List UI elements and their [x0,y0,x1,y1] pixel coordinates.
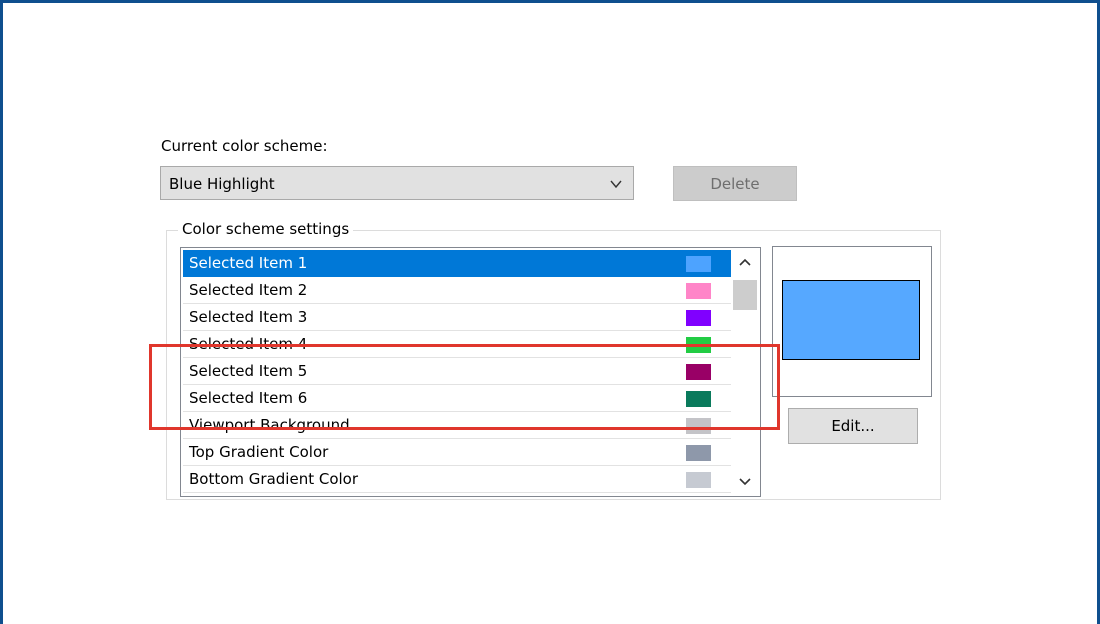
list-item-label: Selected Item 6 [189,389,308,407]
color-scheme-selected-value: Blue Highlight [169,175,275,193]
list-item-label: Selected Item 1 [189,254,308,272]
chevron-down-icon [610,180,622,189]
color-swatch [686,418,711,434]
scroll-thumb[interactable] [733,280,757,310]
color-swatch [686,337,711,353]
list-item[interactable]: Selected Item 4 [183,331,731,358]
list-item[interactable]: Selected Item 3 [183,304,731,331]
color-preview-swatch [782,280,920,360]
list-scrollbar[interactable] [731,249,759,495]
current-scheme-label: Current color scheme: [161,137,328,155]
color-swatch [686,364,711,380]
color-items-list[interactable]: Selected Item 1 Selected Item 2 Selected I… [180,247,761,497]
list-item-label: Selected Item 2 [189,281,308,299]
list-rows: Selected Item 1 Selected Item 2 Selected I… [183,250,731,493]
delete-button[interactable]: Delete [673,166,797,201]
color-swatch [686,310,711,326]
list-item[interactable]: Selected Item 1 [183,250,731,277]
list-item-label: Selected Item 3 [189,308,308,326]
group-title: Color scheme settings [178,220,354,238]
list-item-label: Viewport Background [189,416,350,434]
color-swatch [686,283,711,299]
color-preview-panel [772,246,932,397]
list-item[interactable]: Selected Item 2 [183,277,731,304]
list-item-label: Selected Item 5 [189,362,308,380]
chevron-down-icon[interactable] [731,469,759,495]
list-item-label: Selected Item 4 [189,335,308,353]
list-item[interactable]: Selected Item 6 [183,385,731,412]
list-item[interactable]: Viewport Background [183,412,731,439]
color-scheme-dropdown[interactable]: Blue Highlight [160,166,634,200]
list-item-label: Bottom Gradient Color [189,470,359,488]
color-swatch [686,391,711,407]
list-item[interactable]: Top Gradient Color [183,439,731,466]
edit-button[interactable]: Edit... [788,408,918,444]
color-swatch [686,445,711,461]
color-swatch [686,472,711,488]
list-item[interactable]: Selected Item 5 [183,358,731,385]
list-item-label: Top Gradient Color [189,443,329,461]
list-item[interactable]: Bottom Gradient Color [183,466,731,493]
color-swatch [686,256,711,272]
chevron-up-icon[interactable] [731,249,759,275]
